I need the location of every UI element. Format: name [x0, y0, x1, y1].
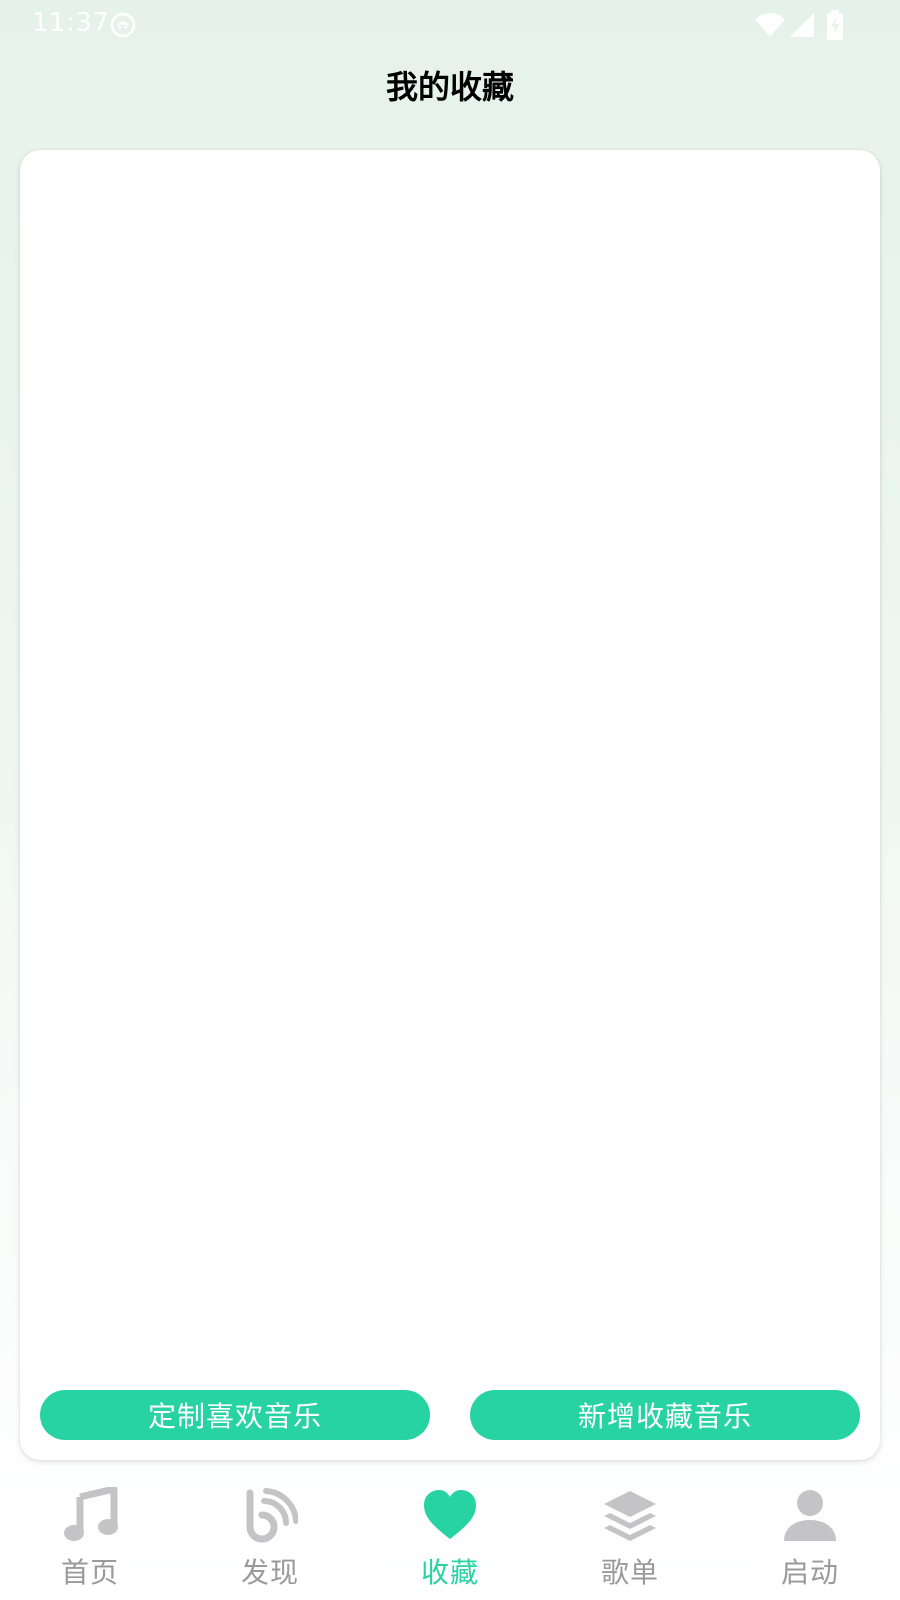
nav-item-favorites[interactable]: 收藏 [380, 1475, 520, 1600]
favorites-list-area[interactable] [20, 150, 880, 1370]
nav-label-favorites: 收藏 [420, 1556, 479, 1589]
bottom-nav: 首页 发现 收藏 歌单 启动 [0, 1475, 900, 1600]
nav-label-launch: 启动 [780, 1556, 839, 1589]
nav-item-playlists[interactable]: 歌单 [560, 1475, 700, 1600]
cell-signal-icon [790, 13, 814, 37]
status-icons [754, 10, 854, 40]
page-title: 我的收藏 [385, 68, 514, 106]
discover-feed-icon [246, 1488, 298, 1543]
battery-charging-icon [827, 10, 843, 40]
nav-label-home: 首页 [60, 1556, 119, 1589]
heart-icon [424, 1490, 476, 1539]
nav-item-home[interactable]: 首页 [20, 1475, 160, 1600]
nav-item-discover[interactable]: 发现 [200, 1475, 340, 1600]
notification-face-icon [110, 12, 136, 38]
card-action-buttons: 定制喜欢音乐 新增收藏音乐 [40, 1390, 860, 1440]
nav-label-playlists: 歌单 [600, 1556, 659, 1589]
favorites-card: 定制喜欢音乐 新增收藏音乐 [20, 150, 880, 1460]
nav-item-launch[interactable]: 启动 [740, 1475, 880, 1600]
status-bar: 11:37 [0, 0, 900, 48]
add-favorite-music-button[interactable]: 新增收藏音乐 [470, 1390, 860, 1440]
music-note-icon [64, 1487, 118, 1541]
nav-label-discover: 发现 [240, 1556, 299, 1589]
status-time: 11:37 [32, 8, 110, 38]
wifi-icon [755, 13, 785, 37]
layers-icon [604, 1491, 656, 1541]
person-icon [784, 1490, 836, 1541]
custom-favorite-music-button[interactable]: 定制喜欢音乐 [40, 1390, 430, 1440]
